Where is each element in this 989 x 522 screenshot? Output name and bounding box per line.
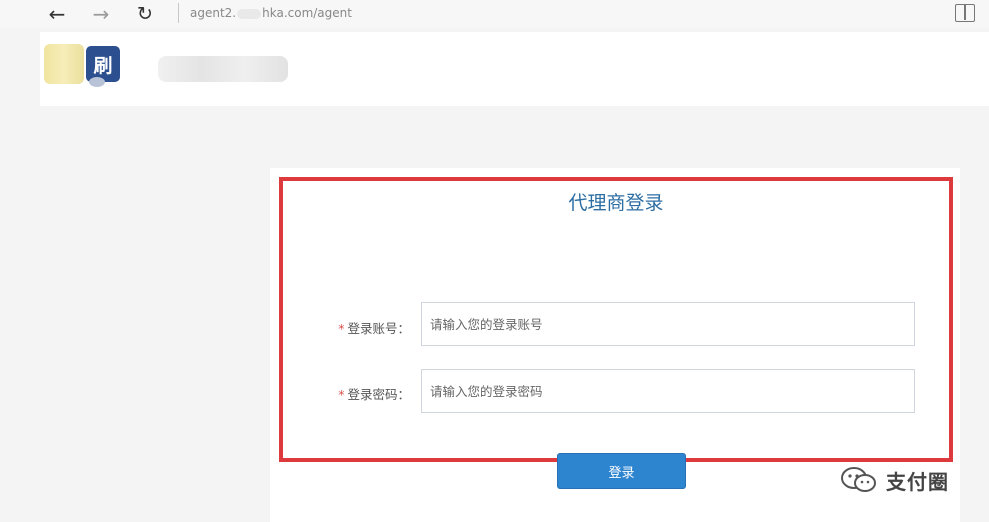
url-redacted-segment [237,8,262,19]
password-input[interactable] [421,369,915,413]
refresh-icon[interactable]: ↻ [132,2,158,26]
site-logo[interactable]: 刷 [86,46,120,87]
required-mark: * [338,387,345,402]
url-prefix: agent2. [190,6,237,20]
address-bar[interactable]: agent2. hka.com/agent [190,6,352,20]
password-label-text: 登录密码： [347,387,410,402]
logo-character: 刷 [93,54,113,77]
watermark: 支付圈 [840,465,949,495]
forward-arrow-icon[interactable]: → [88,2,114,26]
account-input[interactable] [421,302,915,346]
wechat-icon [841,467,876,492]
account-label-text: 登录账号： [347,321,410,336]
required-mark: * [338,321,345,336]
account-label: * 登录账号： [330,318,410,337]
brand-name-redacted [158,56,288,82]
logo-redacted-area [44,44,84,84]
password-label: * 登录密码： [330,384,410,403]
browser-toolbar: ← → ↻ agent2. hka.com/agent [0,0,989,28]
reading-view-icon[interactable] [955,4,975,22]
page-title: 代理商登录 [568,192,664,214]
watermark-text: 支付圈 [886,469,949,494]
address-bar-divider [178,3,179,23]
back-arrow-icon[interactable]: ← [44,2,70,26]
url-suffix: hka.com/agent [262,6,352,20]
site-header: 刷 [40,32,989,106]
login-button[interactable]: 登录 [557,453,686,489]
